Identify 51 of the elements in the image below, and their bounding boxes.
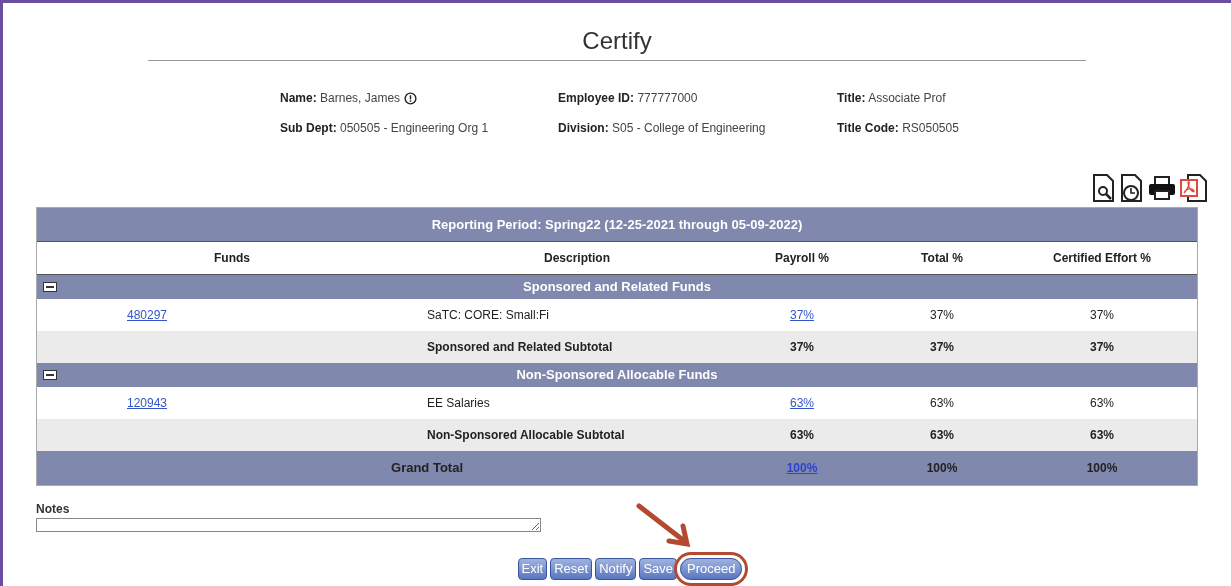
subtotal-cell-text: 37% <box>930 339 954 356</box>
payroll-link[interactable]: 63% <box>790 394 814 412</box>
fund-link[interactable]: 480297 <box>127 306 168 324</box>
action-button[interactable]: Notify <box>595 558 637 580</box>
payroll-link[interactable]: 100% <box>786 459 818 477</box>
description-cell-text: EE Salaries <box>427 395 490 412</box>
total-cell-text: 37% <box>930 307 954 324</box>
info-field: Title Code: RS050505 <box>837 119 959 137</box>
notes-field[interactable] <box>36 518 541 532</box>
column-header: Description <box>543 250 611 267</box>
document-clock-icon[interactable] <box>1119 173 1145 203</box>
action-button[interactable]: Save <box>639 558 678 580</box>
subtotal-label: Non-Sponsored Allocable Subtotal <box>427 427 625 444</box>
group-title: Sponsored and Related Funds <box>523 278 711 297</box>
annotation-arrow <box>635 502 691 548</box>
subtotal-cell-text: 63% <box>790 427 814 444</box>
column-header: Certified Effort % <box>1052 250 1152 267</box>
certified-cell-text: 37% <box>1090 307 1114 324</box>
column-header: Payroll % <box>774 250 830 267</box>
total-cell-text: 63% <box>930 395 954 412</box>
description-cell-text: SaTC: CORE: Small:Fi <box>427 307 549 324</box>
subtotal-cell-text: 63% <box>1090 427 1114 444</box>
certified-cell-text: 63% <box>1090 395 1114 412</box>
subtotal-label: Sponsored and Related Subtotal <box>427 339 613 356</box>
subtotal-cell-text: 37% <box>1090 339 1114 356</box>
grand-total-cell-text: 100% <box>1086 460 1118 477</box>
grand-total-label: Grand Total <box>391 459 463 478</box>
fund-link[interactable]: 120943 <box>127 394 168 412</box>
info-field: Division: S05 - College of Engineering <box>558 119 766 137</box>
action-button[interactable]: Reset <box>550 558 593 580</box>
info-field: Name: Barnes, James <box>280 89 401 107</box>
info-field: Sub Dept: 050505 - Engineering Org 1 <box>280 119 489 137</box>
page-title: Certify <box>582 26 652 56</box>
notes-label: Notes <box>36 501 71 518</box>
info-field: Title: Associate Prof <box>837 89 946 107</box>
collapse-button[interactable] <box>43 370 57 380</box>
subtotal-cell-text: 63% <box>930 427 954 444</box>
column-header: Total % <box>920 250 964 267</box>
action-button[interactable]: Exit <box>517 558 548 580</box>
printer-icon[interactable] <box>1147 173 1177 203</box>
info-field: Employee ID: 777777000 <box>558 89 698 107</box>
grand-total-cell-text: 100% <box>926 460 958 477</box>
pdf-icon[interactable] <box>1179 173 1209 203</box>
collapse-button[interactable] <box>43 282 57 292</box>
period-header: Reporting Period: Spring22 (12-25-2021 through 05-09-2022) <box>37 208 1197 241</box>
group-title: Non-Sponsored Allocable Funds <box>516 366 718 385</box>
payroll-link[interactable]: 37% <box>790 306 814 324</box>
document-search-icon[interactable] <box>1091 173 1117 203</box>
info-icon[interactable] <box>404 91 418 105</box>
subtotal-cell-text: 37% <box>790 339 814 356</box>
column-header: Funds <box>213 250 251 267</box>
